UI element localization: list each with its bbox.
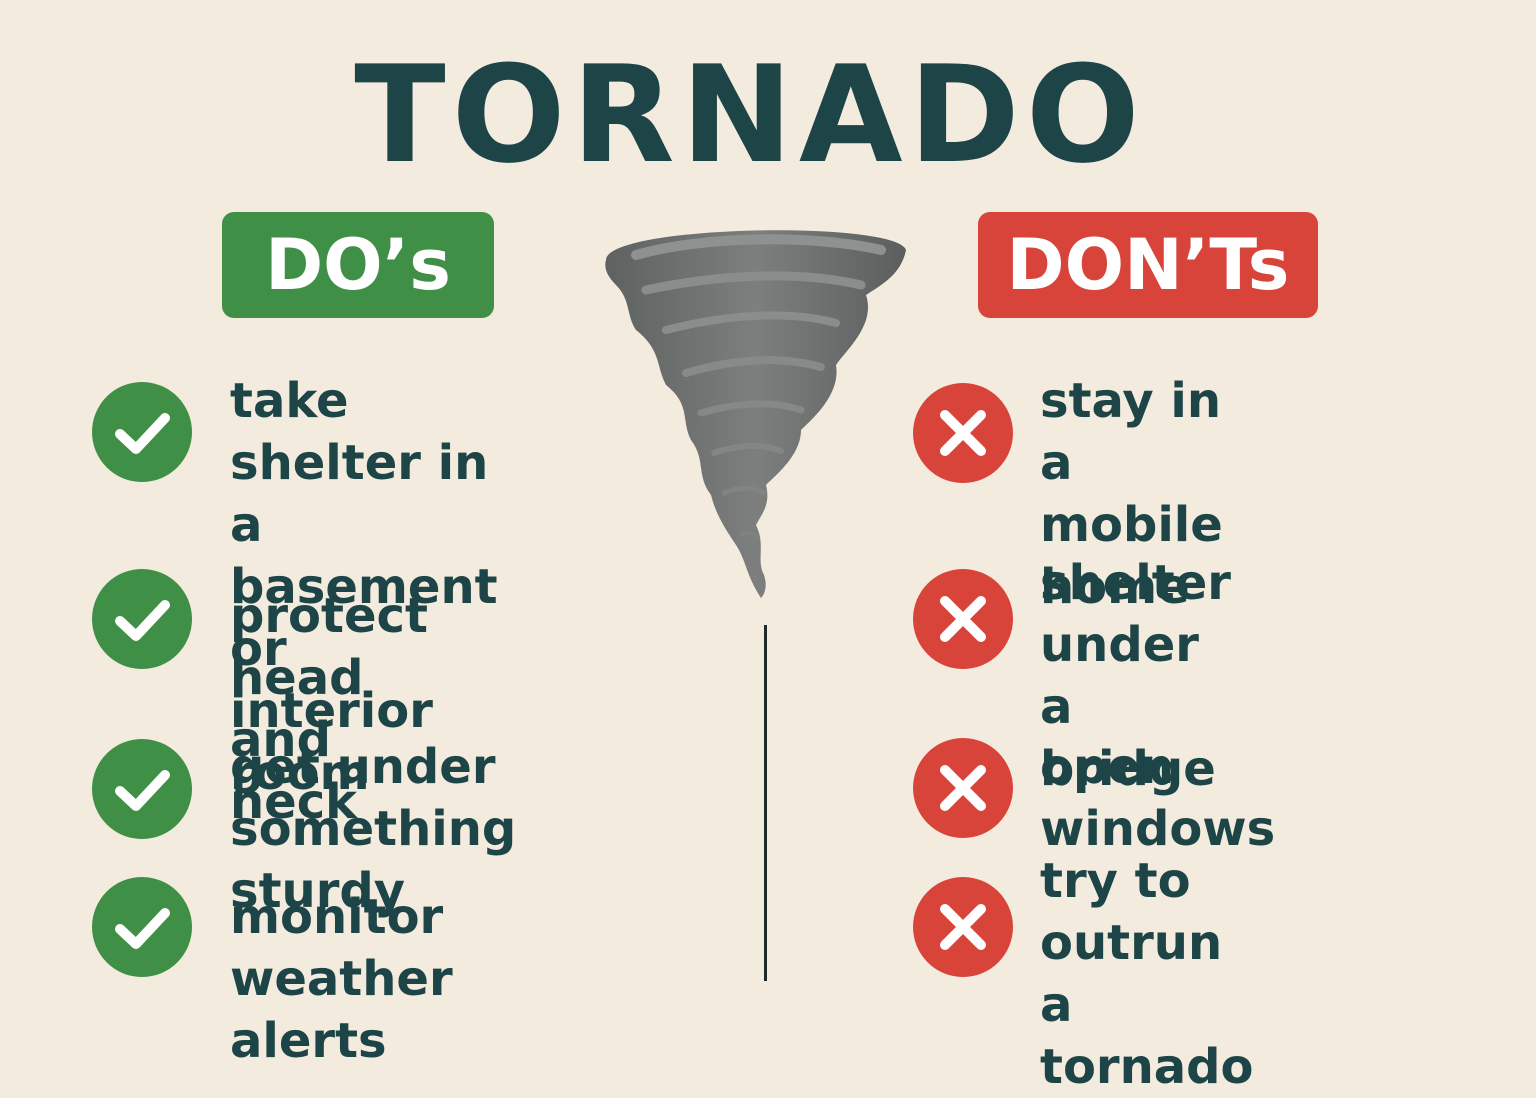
check-icon xyxy=(92,739,192,839)
x-icon xyxy=(913,877,1013,977)
x-icon xyxy=(913,569,1013,669)
dos-heading-badge: DO’s xyxy=(222,212,494,318)
x-icon xyxy=(913,738,1013,838)
donts-heading-badge: DON’Ts xyxy=(978,212,1318,318)
x-icon xyxy=(913,383,1013,483)
dont-item-text: try to outrun a tornado xyxy=(1040,853,1254,1095)
tornado-icon xyxy=(596,215,908,604)
do-item-text: monitor weather alerts xyxy=(230,889,453,1069)
dont-item-text: open windows xyxy=(1040,739,1276,857)
check-icon xyxy=(92,382,192,482)
column-divider xyxy=(764,625,767,981)
page-title: TORNADO xyxy=(354,37,1146,193)
check-icon xyxy=(92,877,192,977)
check-icon xyxy=(92,569,192,669)
